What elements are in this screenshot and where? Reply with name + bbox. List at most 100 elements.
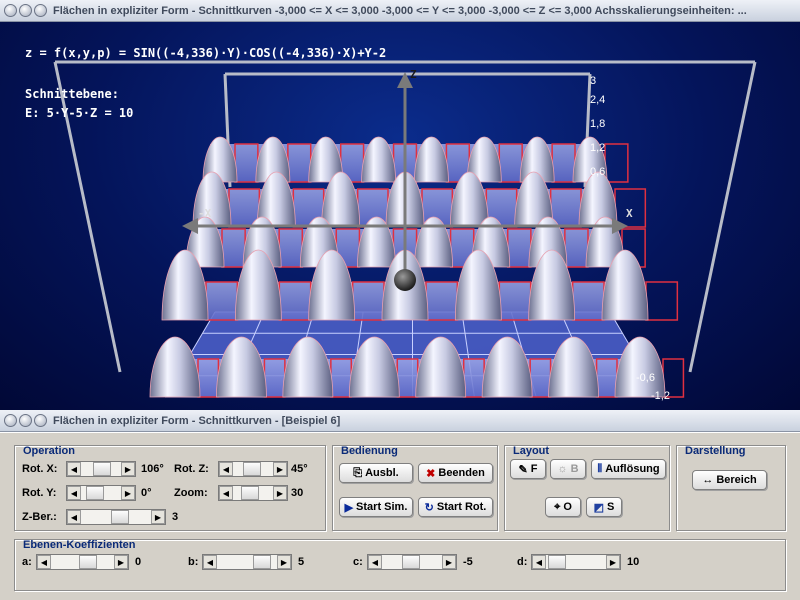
z-tick-label: 3	[590, 75, 597, 87]
coef-d-thumb[interactable]	[548, 555, 566, 569]
bereich-label: Bereich	[716, 474, 757, 486]
coef-a-left-arrow-icon[interactable]: ◀	[37, 555, 51, 569]
beenden-button[interactable]: ✖ Beenden	[418, 463, 493, 483]
coef-c-thumb[interactable]	[402, 555, 420, 569]
plane-equation: E: 5·Y-5·Z = 10	[25, 106, 134, 120]
coef-c-left-arrow-icon[interactable]: ◀	[368, 555, 382, 569]
close-window-button[interactable]	[4, 4, 17, 17]
panel-window-title: Flächen in expliziter Form - Schnittkurv…	[53, 414, 341, 427]
z-ber-thumb[interactable]	[111, 510, 129, 524]
minimize-window-button[interactable]	[19, 4, 32, 17]
surface-peak	[149, 336, 201, 398]
layout-b-button[interactable]: ☼ B	[550, 459, 586, 479]
neg-x-axis-arrow	[182, 218, 198, 234]
maximize-window-button[interactable]	[34, 4, 47, 17]
coef-c-label: c:	[353, 556, 363, 568]
rot-y-slider[interactable]: ◀ ▶	[66, 485, 136, 501]
ausblenden-label: Ausbl.	[365, 467, 399, 479]
aufloesung-button[interactable]: ⦀ Auflösung	[591, 459, 666, 479]
bereich-button[interactable]: ↔ Bereich	[692, 470, 767, 490]
crosshair-icon: ⌖	[554, 500, 561, 513]
z-ber-value: 3	[172, 511, 179, 523]
ausblenden-button[interactable]: ⎘ Ausbl.	[339, 463, 413, 483]
surface-peak	[361, 136, 396, 183]
rot-x-thumb[interactable]	[93, 462, 111, 476]
rot-x-right-arrow-icon[interactable]: ▶	[121, 462, 135, 476]
ebenen-title: Ebenen-Koeffizienten	[23, 539, 136, 551]
z-tick-label: 0,6	[590, 166, 606, 178]
rotate-icon: ↻	[424, 501, 434, 514]
layout-s-button[interactable]: ◩ S	[586, 497, 622, 517]
start-rotation-button[interactable]: ↻ Start Rot.	[418, 497, 493, 517]
zoom-left-arrow-icon[interactable]: ◀	[219, 486, 233, 500]
coef-d-value: 10	[627, 556, 640, 568]
x-axis-label: X	[626, 207, 633, 220]
zoom-label: Zoom:	[174, 487, 208, 499]
x-axis-arrow	[612, 218, 628, 234]
coef-c-right-arrow-icon[interactable]: ▶	[442, 555, 456, 569]
rot-x-slider[interactable]: ◀ ▶	[66, 461, 136, 477]
coef-d-right-arrow-icon[interactable]: ▶	[606, 555, 620, 569]
z-ber-right-arrow-icon[interactable]: ▶	[151, 510, 165, 524]
play-icon: ▶	[344, 501, 354, 514]
zoom-value: 30	[291, 487, 304, 499]
rot-z-left-arrow-icon[interactable]: ◀	[219, 462, 233, 476]
layout-f-button[interactable]: ✎ F	[510, 459, 546, 479]
window-controls	[4, 4, 47, 17]
main-window-title: Flächen in expliziter Form - Schnittkurv…	[53, 4, 747, 17]
rot-y-right-arrow-icon[interactable]: ▶	[121, 486, 135, 500]
coef-d-label: d:	[517, 556, 528, 568]
control-panel: Operation Rot. X: ◀ ▶ 106° Rot. Y: ◀ ▶ 0…	[0, 432, 800, 600]
z-ber-left-arrow-icon[interactable]: ◀	[67, 510, 81, 524]
z-tick-label: 2,4	[590, 94, 606, 106]
zoom-right-arrow-icon[interactable]: ▶	[273, 486, 287, 500]
rot-z-thumb[interactable]	[243, 462, 261, 476]
bulb-icon: ☼	[557, 463, 568, 475]
neg-tick-label: -1,2	[651, 390, 670, 402]
z-ber-slider[interactable]: ◀ ▶	[66, 509, 166, 525]
coef-d-slider[interactable]: ◀ ▶	[531, 554, 621, 570]
z-ber-label: Z-Ber.:	[22, 511, 57, 523]
coef-b-slider[interactable]: ◀ ▶	[202, 554, 292, 570]
rot-z-right-arrow-icon[interactable]: ▶	[273, 462, 287, 476]
rot-z-slider[interactable]: ◀ ▶	[218, 461, 288, 477]
coef-b-label: b:	[188, 556, 199, 568]
coef-b-thumb[interactable]	[253, 555, 271, 569]
rot-y-label: Rot. Y:	[22, 487, 57, 499]
rot-y-value: 0°	[141, 487, 152, 499]
coef-b-value: 5	[298, 556, 305, 568]
zoom-slider[interactable]: ◀ ▶	[218, 485, 288, 501]
rot-y-thumb[interactable]	[86, 486, 104, 500]
main-titlebar[interactable]: Flächen in expliziter Form - Schnittkurv…	[0, 0, 800, 22]
rot-x-value: 106°	[141, 463, 164, 475]
coef-b-right-arrow-icon[interactable]: ▶	[277, 555, 291, 569]
coef-c-value: -5	[463, 556, 473, 568]
panel-maximize-button[interactable]	[34, 414, 47, 427]
coef-d-left-arrow-icon[interactable]: ◀	[532, 555, 546, 569]
layout-b-label: B	[570, 463, 579, 475]
z-axis-label: Z	[410, 68, 417, 81]
panel-close-button[interactable]	[4, 414, 17, 427]
zoom-thumb[interactable]	[241, 486, 259, 500]
formula-text: z = f(x,y,p) = SIN((-4,336)·Y)·COS((-4,3…	[25, 46, 387, 60]
rot-z-label: Rot. Z:	[174, 463, 209, 475]
aufloesung-label: Auflösung	[605, 463, 660, 475]
coef-b-left-arrow-icon[interactable]: ◀	[203, 555, 217, 569]
layout-o-button[interactable]: ⌖ O	[545, 497, 581, 517]
panel-minimize-button[interactable]	[19, 414, 32, 427]
coef-c-slider[interactable]: ◀ ▶	[367, 554, 457, 570]
rot-y-left-arrow-icon[interactable]: ◀	[67, 486, 81, 500]
bedienung-title: Bedienung	[341, 445, 398, 457]
plot-canvas[interactable]: z = f(x,y,p) = SIN((-4,336)·Y)·COS((-4,3…	[0, 22, 800, 410]
start-sim-label: Start Sim.	[356, 501, 408, 513]
range-icon: ↔	[702, 474, 714, 486]
panel-titlebar[interactable]: Flächen in expliziter Form - Schnittkurv…	[0, 410, 800, 432]
coef-a-right-arrow-icon[interactable]: ▶	[114, 555, 128, 569]
rot-x-left-arrow-icon[interactable]: ◀	[67, 462, 81, 476]
layout-f-label: F	[530, 463, 538, 475]
layout-title: Layout	[513, 445, 550, 457]
start-simulation-button[interactable]: ▶ Start Sim.	[339, 497, 413, 517]
coef-a-slider[interactable]: ◀ ▶	[36, 554, 129, 570]
coef-a-thumb[interactable]	[79, 555, 97, 569]
start-rot-label: Start Rot.	[436, 501, 487, 513]
